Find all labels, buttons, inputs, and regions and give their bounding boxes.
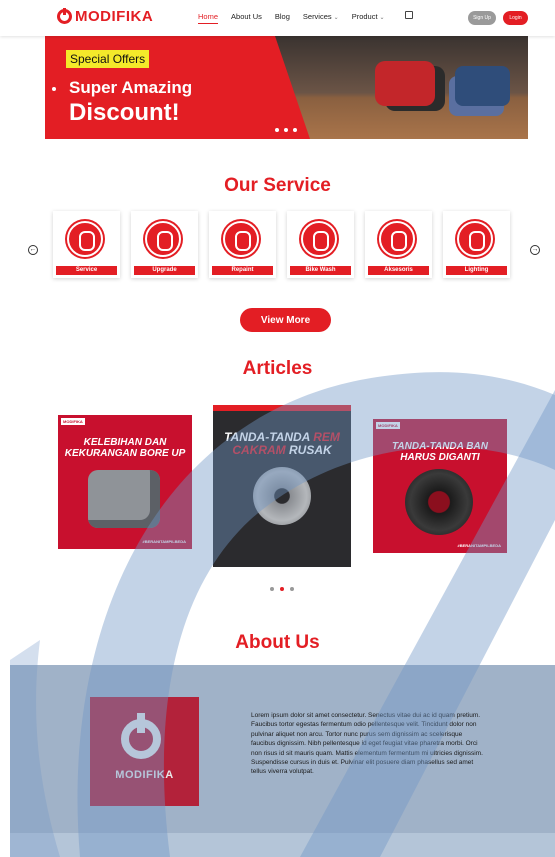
service-card[interactable]: Repaint — [209, 211, 276, 278]
footer-strip — [10, 833, 555, 857]
article-title-part: RUSAK — [289, 443, 332, 457]
service-icon — [67, 221, 103, 257]
spray-icon — [223, 221, 259, 257]
service-label: Service — [56, 266, 117, 275]
brand-logo[interactable]: MODIFIKA — [57, 8, 153, 25]
nav-about-us[interactable]: About Us — [231, 12, 262, 21]
article-hashtag: #BERANITAMPILBEDA — [142, 539, 186, 544]
nav-product[interactable]: Product ⌄ — [352, 12, 385, 21]
brake-part-image — [375, 61, 435, 106]
bullet-dot — [52, 87, 56, 91]
cart-icon[interactable] — [405, 11, 413, 19]
login-button[interactable]: Login — [503, 11, 528, 25]
article-title: KELEBIHAN DAN KEKURANGAN BORE UP — [64, 437, 186, 459]
arrow-right-icon[interactable]: → — [530, 245, 540, 255]
carousel-dot[interactable] — [293, 128, 297, 132]
article-card[interactable]: MODIFIKA TANDA-TANDA BAN HARUS DIGANTI #… — [373, 419, 507, 553]
carousel-dot[interactable] — [280, 587, 284, 591]
nav-services[interactable]: Services ⌄ — [303, 12, 339, 21]
about-logo: MODIFIKA — [90, 697, 199, 806]
about-logo-text: MODIFIKA — [115, 769, 174, 781]
power-icon — [57, 8, 72, 24]
article-title-part: REM — [313, 430, 340, 444]
signup-button[interactable]: Sign Up — [468, 11, 496, 25]
hero-headline-1: Super Amazing — [69, 78, 193, 97]
carousel-dot[interactable] — [270, 587, 274, 591]
articles-title: Articles — [242, 358, 313, 379]
chevron-down-icon: ⌄ — [379, 15, 385, 21]
service-card[interactable]: Aksesoris — [365, 211, 432, 278]
service-label: Upgrade — [134, 266, 195, 275]
service-card[interactable]: Service — [53, 211, 120, 278]
nav-product-label: Product — [351, 12, 378, 21]
motorbike-icon — [301, 221, 337, 257]
service-card[interactable]: Bike Wash — [287, 211, 354, 278]
hero-banner[interactable]: Special Offers Super Amazing Discount! — [45, 36, 528, 139]
hero-headline-2: Discount! — [69, 99, 180, 126]
hero-carousel-dots[interactable] — [275, 128, 297, 132]
view-more-button[interactable]: View More — [240, 308, 331, 332]
tire-image — [405, 469, 473, 535]
article-title-part: TANDA-TANDA — [224, 430, 310, 444]
power-icon — [121, 713, 161, 759]
lever-part-image — [455, 66, 510, 106]
top-navbar: MODIFIKA Home About Us Blog Services ⌄ Pr… — [0, 0, 555, 36]
nav-blog[interactable]: Blog — [275, 12, 290, 21]
services-carousel: Service Upgrade Repaint Bike Wash Akseso… — [53, 211, 510, 278]
carousel-dot[interactable] — [284, 128, 288, 132]
articles-carousel-dots[interactable] — [270, 587, 294, 591]
gear-icon — [145, 221, 181, 257]
main-menu: Home About Us Blog Services ⌄ Product ⌄ — [198, 12, 385, 24]
brand-tag: MODIFIKA — [376, 422, 400, 429]
about-description: Lorem ipsum dolor sit amet consectetur. … — [251, 712, 483, 776]
nav-services-label: Services — [302, 12, 332, 21]
chevron-down-icon: ⌄ — [333, 15, 339, 21]
service-label: Lighting — [446, 266, 507, 275]
arrow-left-icon[interactable]: ← — [28, 245, 38, 255]
brand-name: MODIFIKA — [75, 8, 154, 25]
about-title: About Us — [235, 632, 320, 653]
services-title: Our Service — [224, 175, 331, 196]
engine-image — [88, 470, 160, 528]
article-card[interactable]: TANDA-TANDA REM CAKRAM RUSAK — [213, 405, 351, 567]
service-label: Aksesoris — [368, 266, 429, 275]
bulb-icon — [457, 221, 493, 257]
article-title: TANDA-TANDA REM CAKRAM RUSAK — [213, 431, 351, 457]
brake-disc-image — [253, 467, 311, 525]
service-label: Bike Wash — [290, 266, 351, 275]
article-title-part: CAKRAM — [232, 443, 286, 457]
article-title: TANDA-TANDA BAN HARUS DIGANTI — [392, 441, 488, 463]
article-card[interactable]: MODIFIKA KELEBIHAN DAN KEKURANGAN BORE U… — [58, 415, 192, 549]
article-hashtag: #BERANITAMPILBEDA — [457, 543, 501, 548]
nav-home[interactable]: Home — [198, 12, 219, 24]
accent-bar — [213, 405, 351, 411]
special-offers-badge: Special Offers — [66, 50, 150, 68]
carousel-dot[interactable] — [275, 128, 279, 132]
service-card[interactable]: Upgrade — [131, 211, 198, 278]
service-label: Repaint — [212, 266, 273, 275]
service-card[interactable]: Lighting — [443, 211, 510, 278]
carousel-dot[interactable] — [290, 587, 294, 591]
accessory-icon — [379, 221, 415, 257]
brand-tag: MODIFIKA — [61, 418, 85, 425]
